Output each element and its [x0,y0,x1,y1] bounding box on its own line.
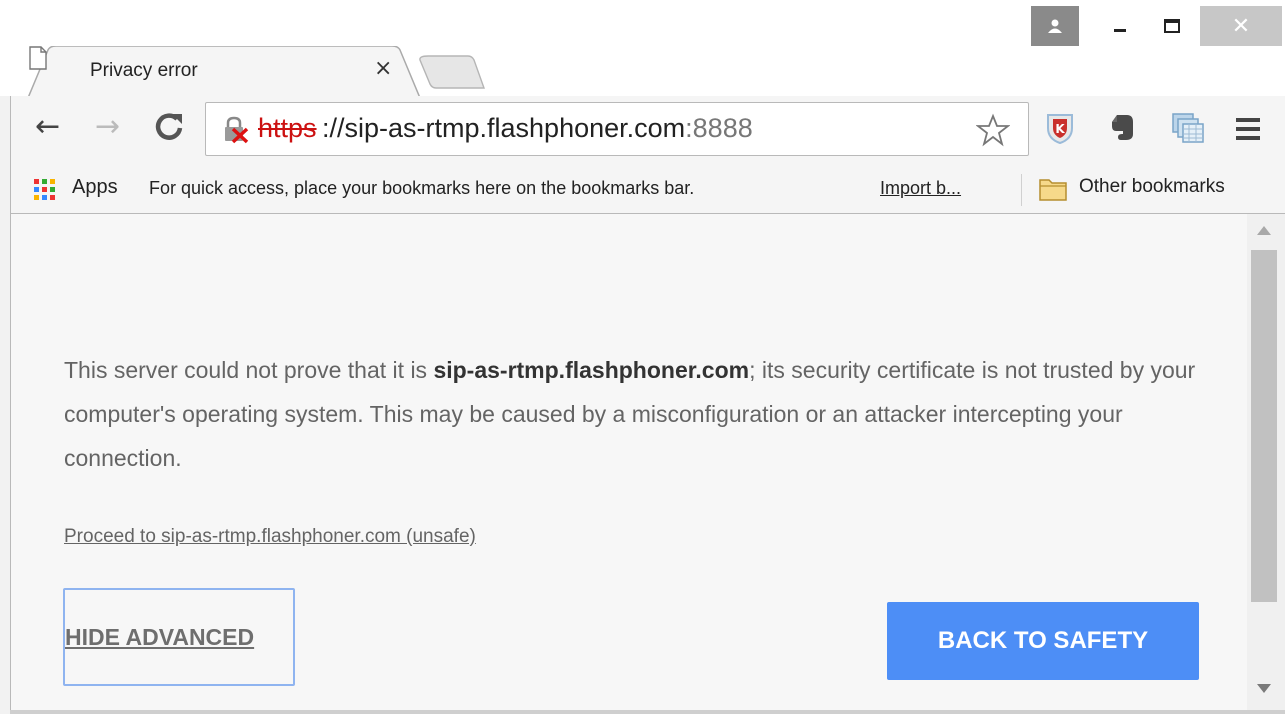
minimize-button[interactable] [1098,6,1142,46]
other-bookmarks[interactable]: Other bookmarks [1079,176,1225,198]
title-bar: ✕ Privacy error × [0,0,1285,98]
bookmarks-separator [1021,174,1022,206]
tab-close-icon[interactable]: × [374,56,392,81]
tab-privacy-error[interactable]: Privacy error × [28,46,420,98]
message-hostname: sip-as-rtmp.flashphoner.com [433,357,750,383]
forward-button[interactable]: → [95,112,120,142]
address-bar[interactable]: https ://sip-as-rtmp.flashphoner.com:888… [205,102,1029,156]
browser-window: ✕ Privacy error × ← → https://sip-as-rt… [0,0,1285,714]
menu-icon[interactable] [1235,116,1261,142]
reload-icon [155,113,183,140]
bookmarks-bar: Apps For quick access, place your bookma… [10,166,1285,214]
toolbar: ← → https ://sip-as-rtmp.flashphoner.com… [10,96,1285,166]
folder-icon [1039,179,1067,201]
bookmark-star-icon[interactable] [976,113,1010,147]
page-content: This server could not prove that it is s… [10,214,1247,710]
hide-advanced-button[interactable]: HIDE ADVANCED [63,588,295,686]
hide-advanced-label: HIDE ADVANCED [65,624,255,650]
error-message: This server could not prove that it is s… [64,348,1214,480]
close-icon: ✕ [1231,13,1251,39]
vertical-scrollbar[interactable] [1247,214,1285,710]
back-button[interactable]: ← [35,112,60,142]
close-window-button[interactable]: ✕ [1200,6,1282,46]
broken-lock-icon [225,116,249,144]
svg-text:K: K [1055,122,1065,136]
user-icon [1048,19,1062,33]
minimize-icon [1114,29,1126,32]
evernote-icon[interactable] [1109,112,1137,142]
apps-label[interactable]: Apps [72,176,118,199]
url-port: :8888 [685,113,753,143]
page-icon [29,46,47,70]
url-text: ://sip-as-rtmp.flashphoner.com:8888 [322,113,753,144]
kaspersky-icon[interactable]: K [1045,112,1075,144]
message-text-start: This server could not prove that it is [64,357,434,383]
bookmarks-hint: For quick access, place your bookmarks h… [149,178,695,198]
maximize-button[interactable] [1150,6,1194,46]
profile-button[interactable] [1031,6,1079,46]
tab-title: Privacy error [90,60,198,81]
scroll-thumb[interactable] [1251,250,1277,602]
window-bottom-edge [10,710,1285,714]
scroll-down-arrow-icon[interactable] [1257,684,1271,693]
maximize-icon [1164,19,1180,33]
new-tab-button[interactable] [416,54,486,90]
scroll-up-arrow-icon[interactable] [1257,226,1271,235]
url-host: ://sip-as-rtmp.flashphoner.com [322,113,686,143]
back-to-safety-button[interactable]: BACK TO SAFETY [887,602,1199,680]
proceed-unsafe-link[interactable]: Proceed to sip-as-rtmp.flashphoner.com (… [64,526,476,548]
import-bookmarks-link[interactable]: Import b... [880,178,961,199]
tab-shape [28,46,420,98]
reload-button[interactable] [153,110,185,148]
tab-manager-icon[interactable] [1171,112,1205,146]
apps-grid-icon[interactable] [33,178,57,202]
url-scheme-insecure: https [258,113,317,143]
